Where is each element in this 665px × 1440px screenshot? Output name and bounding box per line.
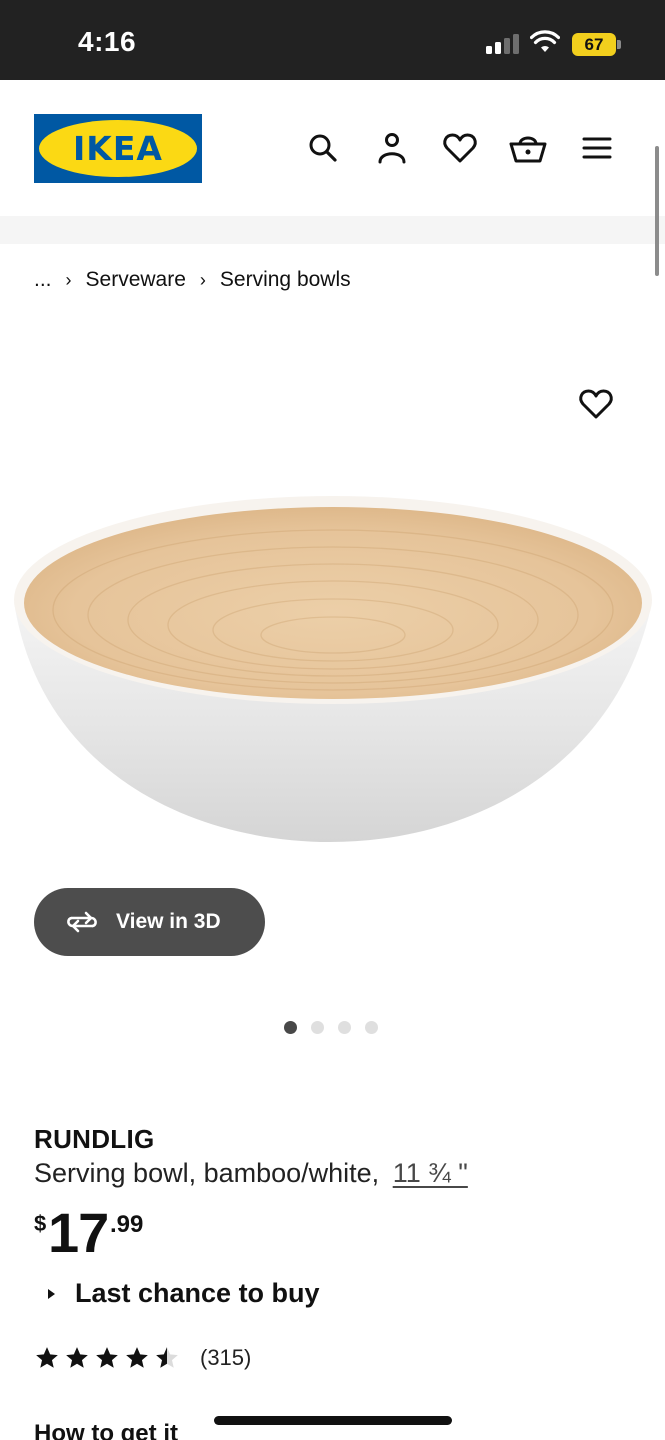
product-description: Serving bowl, bamboo/white, 11 ¾ " <box>34 1158 468 1189</box>
home-indicator[interactable] <box>214 1416 452 1425</box>
product-rating[interactable]: (315) <box>34 1344 251 1372</box>
site-header: IKEA <box>0 80 665 216</box>
image-carousel-dots[interactable] <box>284 1021 392 1035</box>
breadcrumb-serving-bowls[interactable]: Serving bowls <box>220 268 351 292</box>
caret-right-icon <box>48 1288 55 1299</box>
battery-indicator: 67 <box>572 33 616 56</box>
how-to-get-it-heading[interactable]: How to get it <box>34 1420 178 1440</box>
chevron-right-icon: › <box>199 269 206 290</box>
star-full-icon <box>126 1347 148 1368</box>
battery-tip <box>617 40 621 49</box>
product-image[interactable] <box>0 460 665 880</box>
header-strip <box>0 216 665 244</box>
availability-text: Last chance to buy <box>75 1278 320 1308</box>
price-integer: 17 <box>48 1201 109 1264</box>
price-currency: $ <box>34 1211 47 1236</box>
status-time: 4:16 <box>78 26 137 57</box>
search-icon[interactable] <box>303 128 343 168</box>
ikea-logo[interactable]: IKEA <box>34 114 202 183</box>
heart-icon <box>579 389 613 419</box>
add-to-favourites-button[interactable] <box>576 384 616 424</box>
hamburger-menu-icon[interactable] <box>577 128 617 168</box>
wifi-icon <box>529 30 561 54</box>
logo-text: IKEA <box>73 129 163 168</box>
breadcrumb: ... › Serveware › Serving bowls <box>34 266 351 294</box>
carousel-dot[interactable] <box>284 1021 297 1034</box>
chevron-right-icon: › <box>65 269 72 290</box>
heart-icon[interactable] <box>440 128 480 168</box>
price-decimal: .99 <box>110 1211 144 1238</box>
star-full-icon <box>96 1347 118 1368</box>
availability-notice[interactable]: Last chance to buy <box>48 1278 320 1309</box>
status-bar: 4:16 67 <box>0 0 665 80</box>
page-scrollbar[interactable] <box>655 146 659 276</box>
review-count: (315) <box>200 1345 252 1370</box>
cellular-signal-icon <box>486 34 520 54</box>
carousel-dot[interactable] <box>311 1021 324 1034</box>
product-name: RUNDLIG <box>34 1124 155 1154</box>
carousel-dot[interactable] <box>365 1021 378 1034</box>
product-size-link[interactable]: 11 ¾ " <box>393 1158 468 1188</box>
shopping-basket-icon[interactable] <box>508 128 548 168</box>
breadcrumb-serveware[interactable]: Serveware <box>86 268 186 292</box>
rotate-3d-icon <box>67 911 97 933</box>
star-half-icon <box>156 1347 178 1368</box>
carousel-dot[interactable] <box>338 1021 351 1034</box>
star-full-icon <box>36 1347 58 1368</box>
breadcrumb-ellipsis[interactable]: ... <box>34 268 52 292</box>
product-description-text: Serving bowl, bamboo/white, <box>34 1158 380 1188</box>
view-in-3d-label: View in 3D <box>116 910 221 933</box>
user-icon[interactable] <box>372 128 412 168</box>
view-in-3d-button[interactable]: View in 3D <box>34 888 265 956</box>
star-full-icon <box>66 1347 88 1368</box>
